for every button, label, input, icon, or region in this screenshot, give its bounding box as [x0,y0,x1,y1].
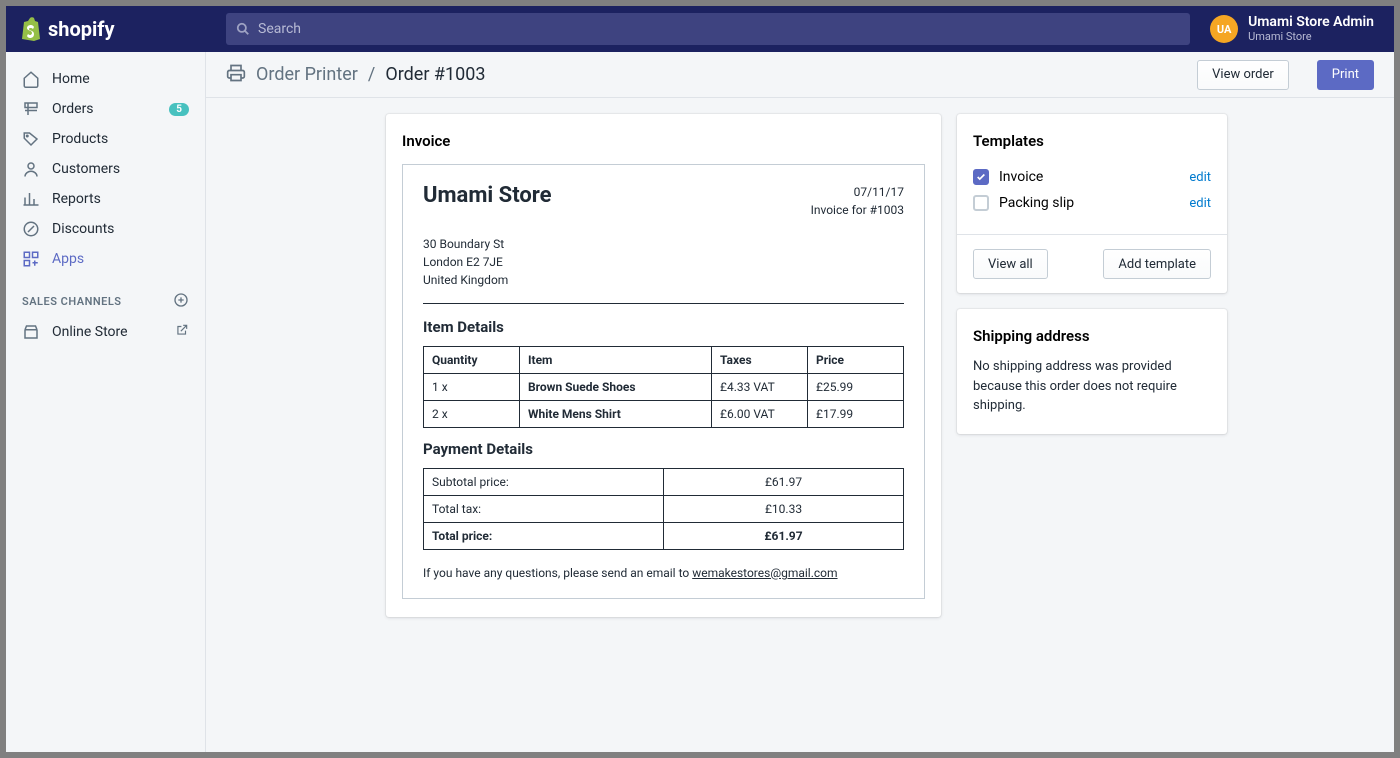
store-icon [22,323,40,341]
template-row-packing-slip: Packing slip edit [973,190,1211,216]
shipping-text: No shipping address was provided because… [973,357,1211,416]
shipping-title: Shipping address [973,327,1211,345]
print-button[interactable]: Print [1317,60,1374,90]
global-search[interactable]: Search [226,13,1190,45]
shipping-card: Shipping address No shipping address was… [957,309,1227,434]
nav-label: Discounts [52,221,114,237]
edit-template-link[interactable]: edit [1189,170,1211,185]
address-line: London E2 7JE [423,253,904,271]
nav-label: Products [52,131,108,147]
nav-products[interactable]: Products [6,124,205,154]
invoice-date: 07/11/17 [811,183,904,201]
items-table: Quantity Item Taxes Price 1 x Brown Sued… [423,346,904,428]
orders-badge: 5 [169,103,189,116]
nav-label: Reports [52,191,101,207]
edit-template-link[interactable]: edit [1189,196,1211,211]
address-line: 30 Boundary St [423,235,904,253]
invoice-card: Invoice Umami Store 07/11/17 Invoice for… [386,114,941,617]
item-row: 1 x Brown Suede Shoes £4.33 VAT £25.99 [424,374,904,401]
search-icon [236,22,250,36]
products-icon [22,130,40,148]
payment-table: Subtotal price:£61.97 Total tax:£10.33 T… [423,468,904,550]
discounts-icon [22,220,40,238]
user-menu[interactable]: UA Umami Store Admin Umami Store [1210,15,1394,43]
breadcrumb-app[interactable]: Order Printer [256,64,358,85]
home-icon [22,70,40,88]
template-checkbox[interactable] [973,195,989,211]
user-name: Umami Store Admin [1248,15,1374,30]
col-item: Item [520,347,712,374]
nav-discounts[interactable]: Discounts [6,214,205,244]
user-store: Umami Store [1248,31,1374,43]
breadcrumb-separator: / [368,64,375,85]
nav-orders[interactable]: Orders 5 [6,94,205,124]
brand-name: shopify [48,17,115,41]
invoice-title: Invoice [402,132,925,150]
view-all-templates-button[interactable]: View all [973,249,1048,279]
view-order-button[interactable]: View order [1197,60,1289,90]
channels-header: SALES CHANNELS [22,295,122,308]
templates-card: Templates Invoice edit Packing slip [957,114,1227,293]
add-template-button[interactable]: Add template [1103,249,1211,279]
sidebar: Home Orders 5 Products Customers Reports [6,52,206,752]
nav-label: Orders [52,101,94,117]
nav-label: Customers [52,161,120,177]
nav-label: Online Store [52,324,128,340]
template-label: Invoice [999,169,1043,185]
avatar: UA [1210,15,1238,43]
template-row-invoice: Invoice edit [973,164,1211,190]
store-name: Umami Store [423,183,552,208]
nav-label: Home [52,71,90,87]
col-quantity: Quantity [424,347,520,374]
col-taxes: Taxes [712,347,808,374]
breadcrumb-current: Order #1003 [385,64,485,85]
search-placeholder: Search [258,21,301,37]
template-label: Packing slip [999,195,1074,211]
nav-reports[interactable]: Reports [6,184,205,214]
customers-icon [22,160,40,178]
orders-icon [22,100,40,118]
shopify-bag-icon [20,17,42,41]
page-header: Order Printer / Order #1003 View order P… [206,52,1394,98]
address-line: United Kingdom [423,271,904,289]
print-icon [226,63,246,87]
invoice-footer: If you have any questions, please send a… [423,566,904,580]
nav-apps[interactable]: Apps [6,244,205,274]
external-link-icon[interactable] [175,323,189,341]
item-row: 2 x White Mens Shirt £6.00 VAT £17.99 [424,401,904,428]
invoice-document: Umami Store 07/11/17 Invoice for #1003 3… [402,164,925,599]
nav-online-store[interactable]: Online Store [6,317,205,347]
reports-icon [22,190,40,208]
template-checkbox[interactable] [973,169,989,185]
templates-title: Templates [973,132,1211,150]
brand-logo[interactable]: shopify [6,17,206,41]
invoice-for: Invoice for #1003 [811,201,904,219]
nav-customers[interactable]: Customers [6,154,205,184]
col-price: Price [808,347,904,374]
apps-icon [22,250,40,268]
contact-email[interactable]: wemakestores@gmail.com [692,566,837,580]
add-channel-icon[interactable] [173,292,189,311]
item-details-header: Item Details [423,318,904,336]
nav-home[interactable]: Home [6,64,205,94]
nav-label: Apps [52,251,84,267]
payment-details-header: Payment Details [423,440,904,458]
